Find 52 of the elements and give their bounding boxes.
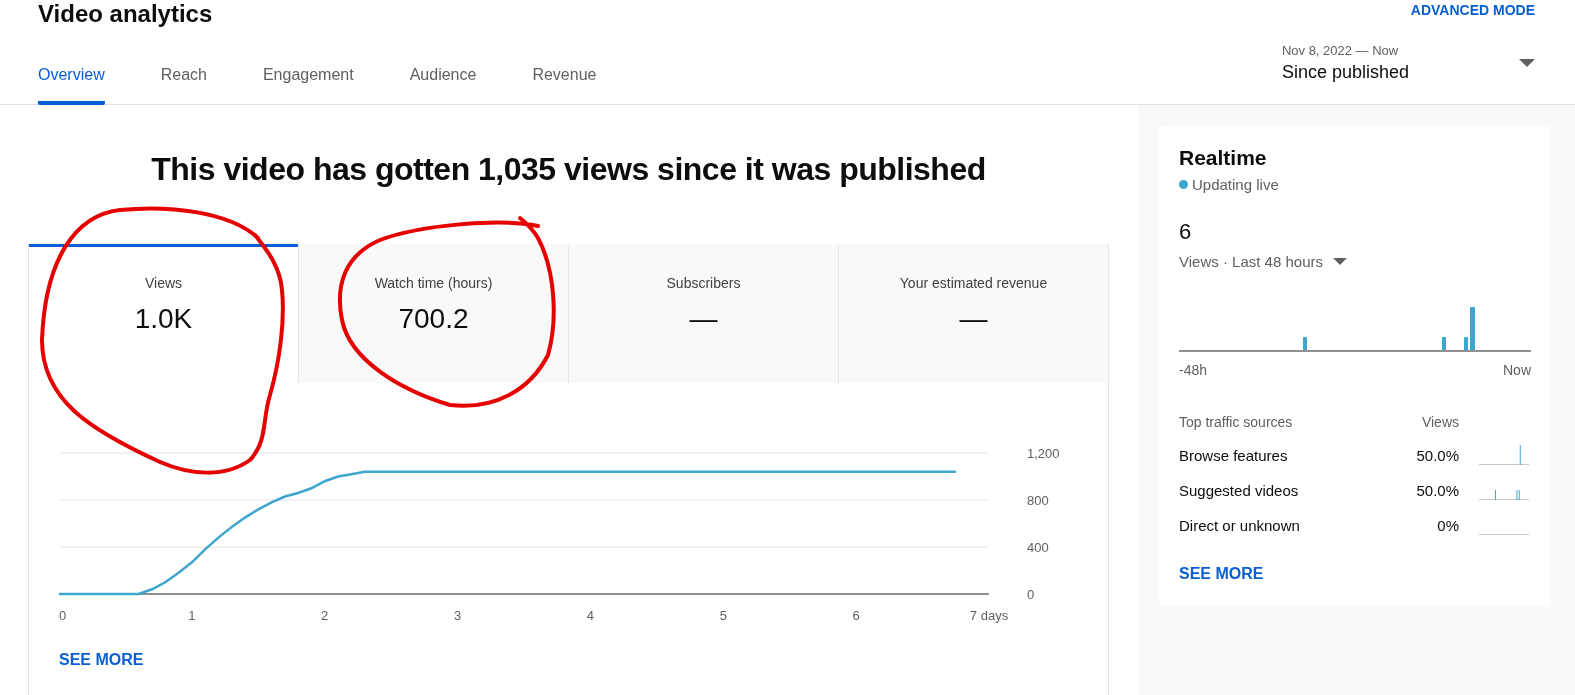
realtime-bar xyxy=(1464,337,1468,351)
axis-label: -48h xyxy=(1179,362,1208,378)
see-more-link[interactable]: SEE MORE xyxy=(59,651,144,669)
source-share: 0% xyxy=(1436,516,1459,534)
live-status: Updating live xyxy=(1192,176,1279,193)
column-heading: Views xyxy=(1420,414,1459,430)
sparkline-baseline xyxy=(1479,499,1529,500)
sparkline-baseline xyxy=(1479,534,1529,535)
metric-tab[interactable]: Subscribers — xyxy=(568,244,838,383)
tab[interactable]: Reach xyxy=(160,46,207,105)
sparkline-baseline xyxy=(1479,464,1529,465)
caret-icon xyxy=(1519,59,1535,67)
x-axis-label: 1 xyxy=(188,608,196,623)
x-axis-label: 0 xyxy=(59,608,67,623)
metric-tab[interactable]: Your estimated revenue — xyxy=(838,244,1108,383)
tab[interactable]: Overview xyxy=(38,46,105,105)
x-axis-label: 4 xyxy=(586,608,595,623)
advanced-mode-link[interactable]: ADVANCED MODE xyxy=(1410,0,1535,20)
column-heading: Top traffic sources xyxy=(1179,414,1294,430)
y-axis-label: 400 xyxy=(1027,540,1049,555)
y-axis-label: 0 xyxy=(1027,587,1035,602)
tab[interactable]: Engagement xyxy=(262,46,354,105)
caret-icon xyxy=(1332,258,1347,265)
see-more-link[interactable]: SEE MORE xyxy=(1179,565,1264,583)
card-title: Realtime xyxy=(1179,146,1268,170)
realtime-bar xyxy=(1470,307,1475,351)
page-title: Video analytics xyxy=(38,0,213,28)
source-name: Browse features xyxy=(1179,446,1289,464)
tab[interactable]: Audience xyxy=(409,46,477,105)
live-dot-icon xyxy=(1179,180,1188,189)
metric-tab[interactable]: Watch time (hours) 700.2 xyxy=(298,244,568,383)
source-name: Direct or unknown xyxy=(1179,516,1301,534)
source-share: 50.0% xyxy=(1415,446,1459,464)
y-axis-label: 1,200 xyxy=(1027,446,1060,461)
axis-label: Now xyxy=(1503,362,1531,378)
x-axis-label: 3 xyxy=(453,608,462,623)
sparkline-bar xyxy=(1519,445,1521,465)
period-dropdown[interactable]: Views · Last 48 hours xyxy=(1179,253,1531,270)
source-name: Suggested videos xyxy=(1179,481,1300,499)
x-axis-label: 6 xyxy=(852,608,860,623)
x-axis-label: 2 xyxy=(321,608,329,623)
date-range-dropdown[interactable]: Nov 8, 2022 — Now Since published xyxy=(1281,43,1535,83)
source-share: 50.0% xyxy=(1415,481,1459,499)
sparkline-bar xyxy=(1495,489,1496,500)
x-axis-label: 7 days xyxy=(969,608,1009,623)
x-axis-label: 5 xyxy=(719,608,727,623)
realtime-bar xyxy=(1442,337,1446,351)
y-axis-label: 800 xyxy=(1027,493,1049,508)
tab[interactable]: Revenue xyxy=(532,46,597,105)
realtime-count: 6 xyxy=(1179,219,1193,245)
realtime-bar xyxy=(1303,337,1307,351)
headline: This video has gotten 1,035 views since it was published xyxy=(150,151,987,188)
